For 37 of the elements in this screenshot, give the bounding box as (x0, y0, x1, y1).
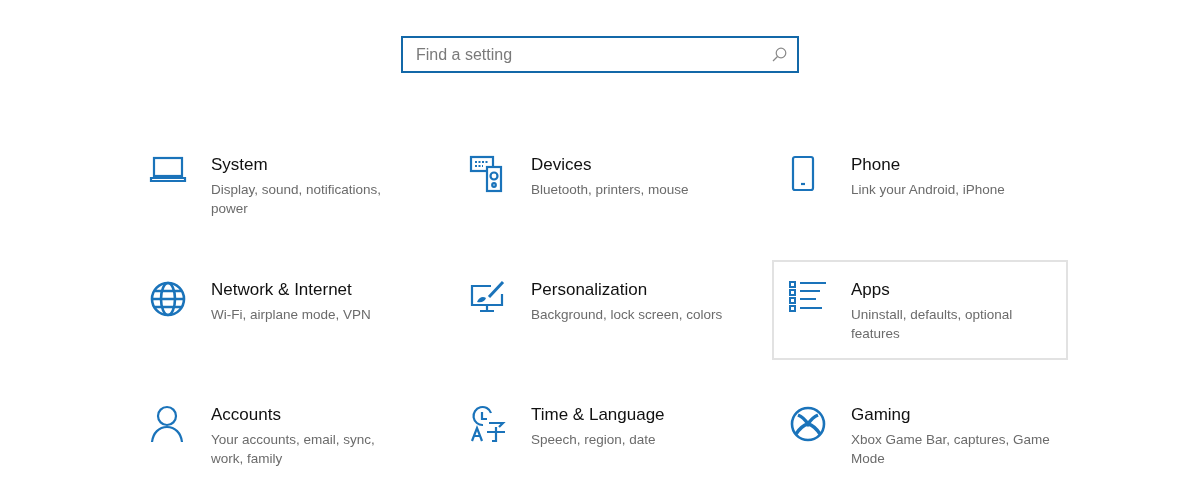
category-description: Display, sound, notifications, power (211, 181, 382, 218)
category-title: Network & Internet (211, 279, 353, 301)
monitor-brush-icon (469, 280, 507, 314)
settings-category-tile[interactable]: Devices Bluetooth, printers, mouse (452, 135, 748, 235)
category-description: Speech, region, date (531, 431, 657, 449)
category-description: Bluetooth, printers, mouse (531, 181, 689, 199)
category-title: Devices (531, 154, 593, 176)
globe-icon (149, 280, 187, 318)
category-description: Wi-Fi, airplane mode, VPN (211, 306, 371, 324)
settings-category-tile[interactable]: Network & Internet Wi-Fi, airplane mode, VPN (132, 260, 428, 360)
category-title: System (211, 154, 269, 176)
category-title: Gaming (851, 404, 912, 426)
settings-category-tile[interactable]: Phone Link your Android, iPhone (772, 135, 1068, 235)
category-title: Accounts (211, 404, 282, 426)
category-description: Link your Android, iPhone (851, 181, 1005, 199)
category-description: Uninstall, defaults, optional features (851, 306, 1013, 343)
person-icon (149, 405, 185, 443)
category-title: Time & Language (531, 404, 665, 426)
category-title: Personalization (531, 279, 649, 301)
search-field[interactable]: Find a setting (401, 36, 799, 73)
category-description: Your accounts, email, sync, work, family (211, 431, 375, 468)
settings-category-tile[interactable]: Accounts Your accounts, email, sync, work, family (132, 385, 428, 485)
settings-category-tile[interactable]: Apps Uninstall, defaults, optional features (772, 260, 1068, 360)
clock-language-icon (469, 405, 507, 443)
search-icon (772, 47, 787, 62)
category-description: Background, lock screen, colors (531, 306, 723, 324)
settings-category-tile[interactable]: System Display, sound, notifications, power (132, 135, 428, 235)
phone-icon (789, 155, 817, 193)
settings-category-tile[interactable]: Time & Language Speech, region, date (452, 385, 748, 485)
laptop-icon (149, 155, 187, 185)
category-title: Phone (851, 154, 902, 176)
category-title: Apps (851, 279, 891, 301)
category-description: Xbox Game Bar, captures, Game Mode (851, 431, 1050, 468)
settings-category-tile[interactable]: Gaming Xbox Game Bar, captures, Game Mode (772, 385, 1068, 485)
settings-category-tile[interactable]: Personalization Background, lock screen, colors (452, 260, 748, 360)
list-icon (789, 280, 827, 314)
xbox-icon (789, 405, 827, 443)
